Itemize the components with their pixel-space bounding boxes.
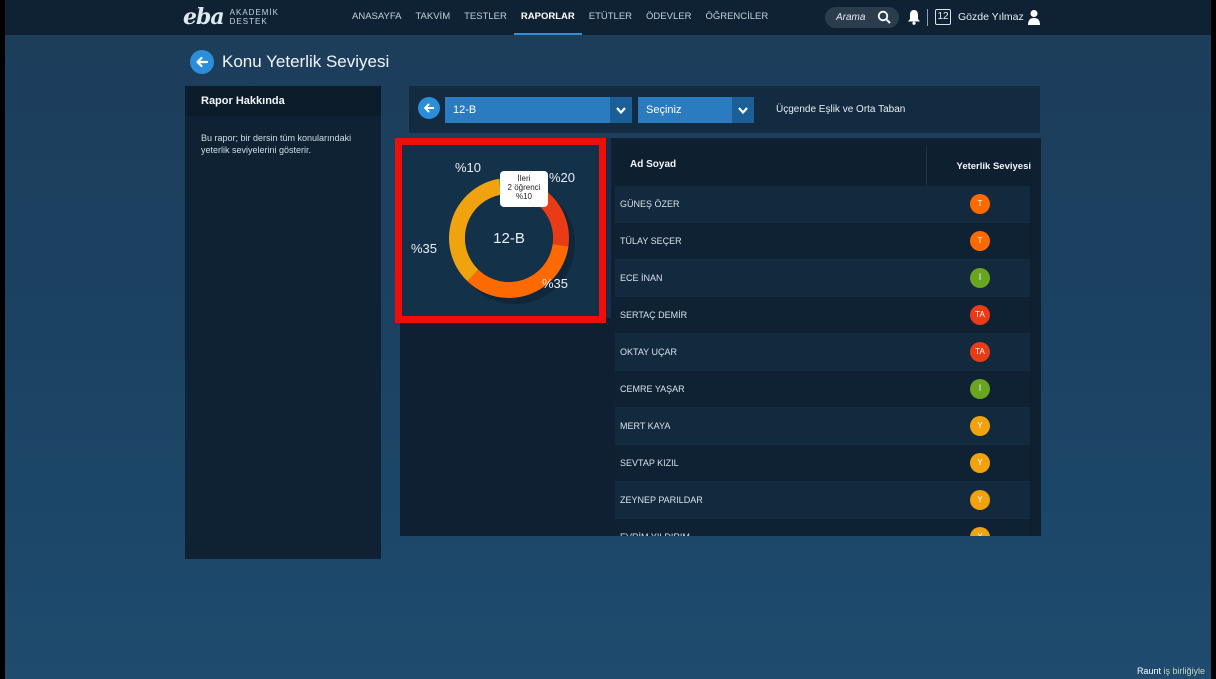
subject-select-value: Seçiniz: [646, 104, 682, 116]
page-back-button[interactable]: [190, 50, 214, 74]
table-row[interactable]: ECE İNAN İ: [615, 260, 1034, 297]
student-name: CEMRE YAŞAR: [620, 384, 685, 394]
logo-sub-text: AKADEMİK DESTEK: [230, 8, 279, 26]
report-info-heading: Rapor Hakkında: [185, 86, 381, 116]
eba-logo[interactable]: eba AKADEMİK DESTEK: [183, 4, 279, 30]
report-content: %10 %20 %35 %35 12-B İleri 2 öğrenci %10 Ad …: [400, 138, 1041, 536]
table-row[interactable]: OKTAY UÇAR TA: [615, 334, 1034, 371]
search-icon[interactable]: [877, 10, 891, 24]
table-row[interactable]: CEMRE YAŞAR İ: [615, 371, 1034, 408]
table-row[interactable]: GÜNEŞ ÖZER T: [615, 186, 1034, 223]
student-name: TÜLAY SEÇER: [620, 236, 682, 246]
logo-sub-line-2: DESTEK: [229, 17, 268, 26]
chart-slice-label-1: %20: [549, 170, 575, 185]
level-badge: Y: [970, 527, 990, 536]
chart-tooltip: İleri 2 öğrenci %10: [500, 171, 548, 207]
watermark-suffix: iş birliğiyle: [1163, 666, 1205, 676]
arrow-left-icon: [424, 103, 435, 113]
class-select[interactable]: 12-B: [445, 97, 632, 123]
student-name: ECE İNAN: [620, 273, 663, 283]
level-badge: Y: [970, 453, 990, 473]
level-badge: İ: [970, 379, 990, 399]
app-window: eba AKADEMİK DESTEK ANASAYFA TAKVİM TESTLE…: [5, 0, 1211, 679]
logo-sub-line-1: AKADEMİK: [229, 8, 279, 17]
report-info-panel: Rapor Hakkında Bu rapor; bir dersin tüm …: [185, 86, 381, 559]
donut-chart[interactable]: %10 %20 %35 %35 12-B: [400, 138, 611, 318]
table-row[interactable]: SEVTAP KIZIL Y: [615, 445, 1034, 482]
level-badge: T: [970, 231, 990, 251]
scrollbar[interactable]: [1030, 186, 1034, 536]
topic-label: Üçgende Eşlik ve Orta Taban: [776, 104, 906, 115]
top-navbar: eba AKADEMİK DESTEK ANASAYFA TAKVİM TESTLE…: [5, 0, 1211, 35]
tooltip-line-1: İleri: [517, 174, 531, 183]
chart-slice-label-3: %35: [411, 241, 437, 256]
main-nav: ANASAYFA TAKVİM TESTLER RAPORLAR ETÜTLER ÖDEV…: [345, 0, 775, 35]
level-badge: T: [970, 194, 990, 214]
chart-slice-label-2: %35: [542, 276, 568, 291]
student-name: GÜNEŞ ÖZER: [620, 199, 680, 209]
level-badge: TA: [970, 305, 990, 325]
student-name: OKTAY UÇAR: [620, 347, 678, 357]
chevron-down-icon[interactable]: [732, 97, 754, 123]
table-body[interactable]: GÜNEŞ ÖZER T TÜLAY SEÇER T ECE İNAN İ SERTAÇ D…: [615, 186, 1034, 536]
logo-main-text: eba: [183, 4, 225, 30]
column-divider: [926, 146, 927, 186]
user-name[interactable]: Gözde Yılmaz: [958, 11, 1024, 23]
level-badge: İ: [970, 268, 990, 288]
filter-bar: 12-B Seçiniz Üçgende Eşlik ve Orta Taban: [409, 86, 1040, 133]
nav-item-1[interactable]: TAKVİM: [408, 0, 457, 35]
search-input[interactable]: Arama: [836, 12, 876, 23]
filter-back-button[interactable]: [418, 97, 440, 119]
student-name: SEVTAP KIZIL: [620, 458, 679, 468]
table-row[interactable]: SERTAÇ DEMİR TA: [615, 297, 1034, 334]
table-row[interactable]: EVRİM YILDIRIM Y: [615, 519, 1034, 536]
watermark-brand: Raunt: [1136, 666, 1161, 676]
bell-icon[interactable]: [907, 9, 921, 25]
table-row[interactable]: MERT KAYA Y: [615, 408, 1034, 445]
level-badge: Y: [970, 416, 990, 436]
student-name: EVRİM YILDIRIM: [620, 532, 690, 536]
nav-item-5[interactable]: ÖDEVLER: [639, 0, 698, 35]
arrow-left-icon: [196, 56, 209, 68]
search-box[interactable]: Arama: [825, 7, 899, 28]
student-name: ZEYNEP PARILDAR: [620, 495, 703, 505]
navbar-divider: [927, 9, 928, 26]
chart-slice-label-0: %10: [455, 160, 481, 175]
table-row[interactable]: TÜLAY SEÇER T: [615, 223, 1034, 260]
tooltip-line-3: %10: [515, 192, 532, 201]
nav-item-6[interactable]: ÖĞRENCİLER: [698, 0, 775, 35]
report-info-text: Bu rapor; bir dersin tüm konularındaki y…: [201, 133, 352, 155]
donut-chart-panel: %10 %20 %35 %35 12-B İleri 2 öğrenci %10: [400, 138, 611, 318]
nav-item-4[interactable]: ETÜTLER: [582, 0, 639, 35]
chevron-down-icon[interactable]: [610, 97, 632, 123]
level-badge: TA: [970, 342, 990, 362]
student-name: SERTAÇ DEMİR: [620, 310, 688, 320]
nav-item-2[interactable]: TESTLER: [457, 0, 514, 35]
student-name: MERT KAYA: [620, 421, 671, 431]
subject-select[interactable]: Seçiniz: [638, 97, 754, 123]
table-header: Ad Soyad Yeterlik Seviyesi: [615, 146, 1034, 186]
column-header-level[interactable]: Yeterlik Seviyesi: [957, 161, 1031, 172]
tooltip-line-2: 2 öğrenci: [507, 183, 541, 192]
watermark: Raunt iş birliğiyle: [1137, 666, 1205, 676]
calendar-icon[interactable]: 12: [935, 9, 951, 25]
column-header-name[interactable]: Ad Soyad: [630, 159, 676, 170]
class-select-value: 12-B: [453, 104, 477, 116]
table-row[interactable]: ZEYNEP PARILDAR Y: [615, 482, 1034, 519]
user-icon[interactable]: [1027, 9, 1041, 25]
student-table: Ad Soyad Yeterlik Seviyesi GÜNEŞ ÖZER T TÜ…: [615, 146, 1034, 536]
chart-center-label: 12-B: [493, 230, 525, 247]
nav-item-3[interactable]: RAPORLAR: [513, 0, 582, 35]
page-title: Konu Yeterlik Seviyesi: [222, 52, 390, 71]
level-badge: Y: [970, 490, 990, 510]
nav-item-0[interactable]: ANASAYFA: [345, 0, 408, 35]
